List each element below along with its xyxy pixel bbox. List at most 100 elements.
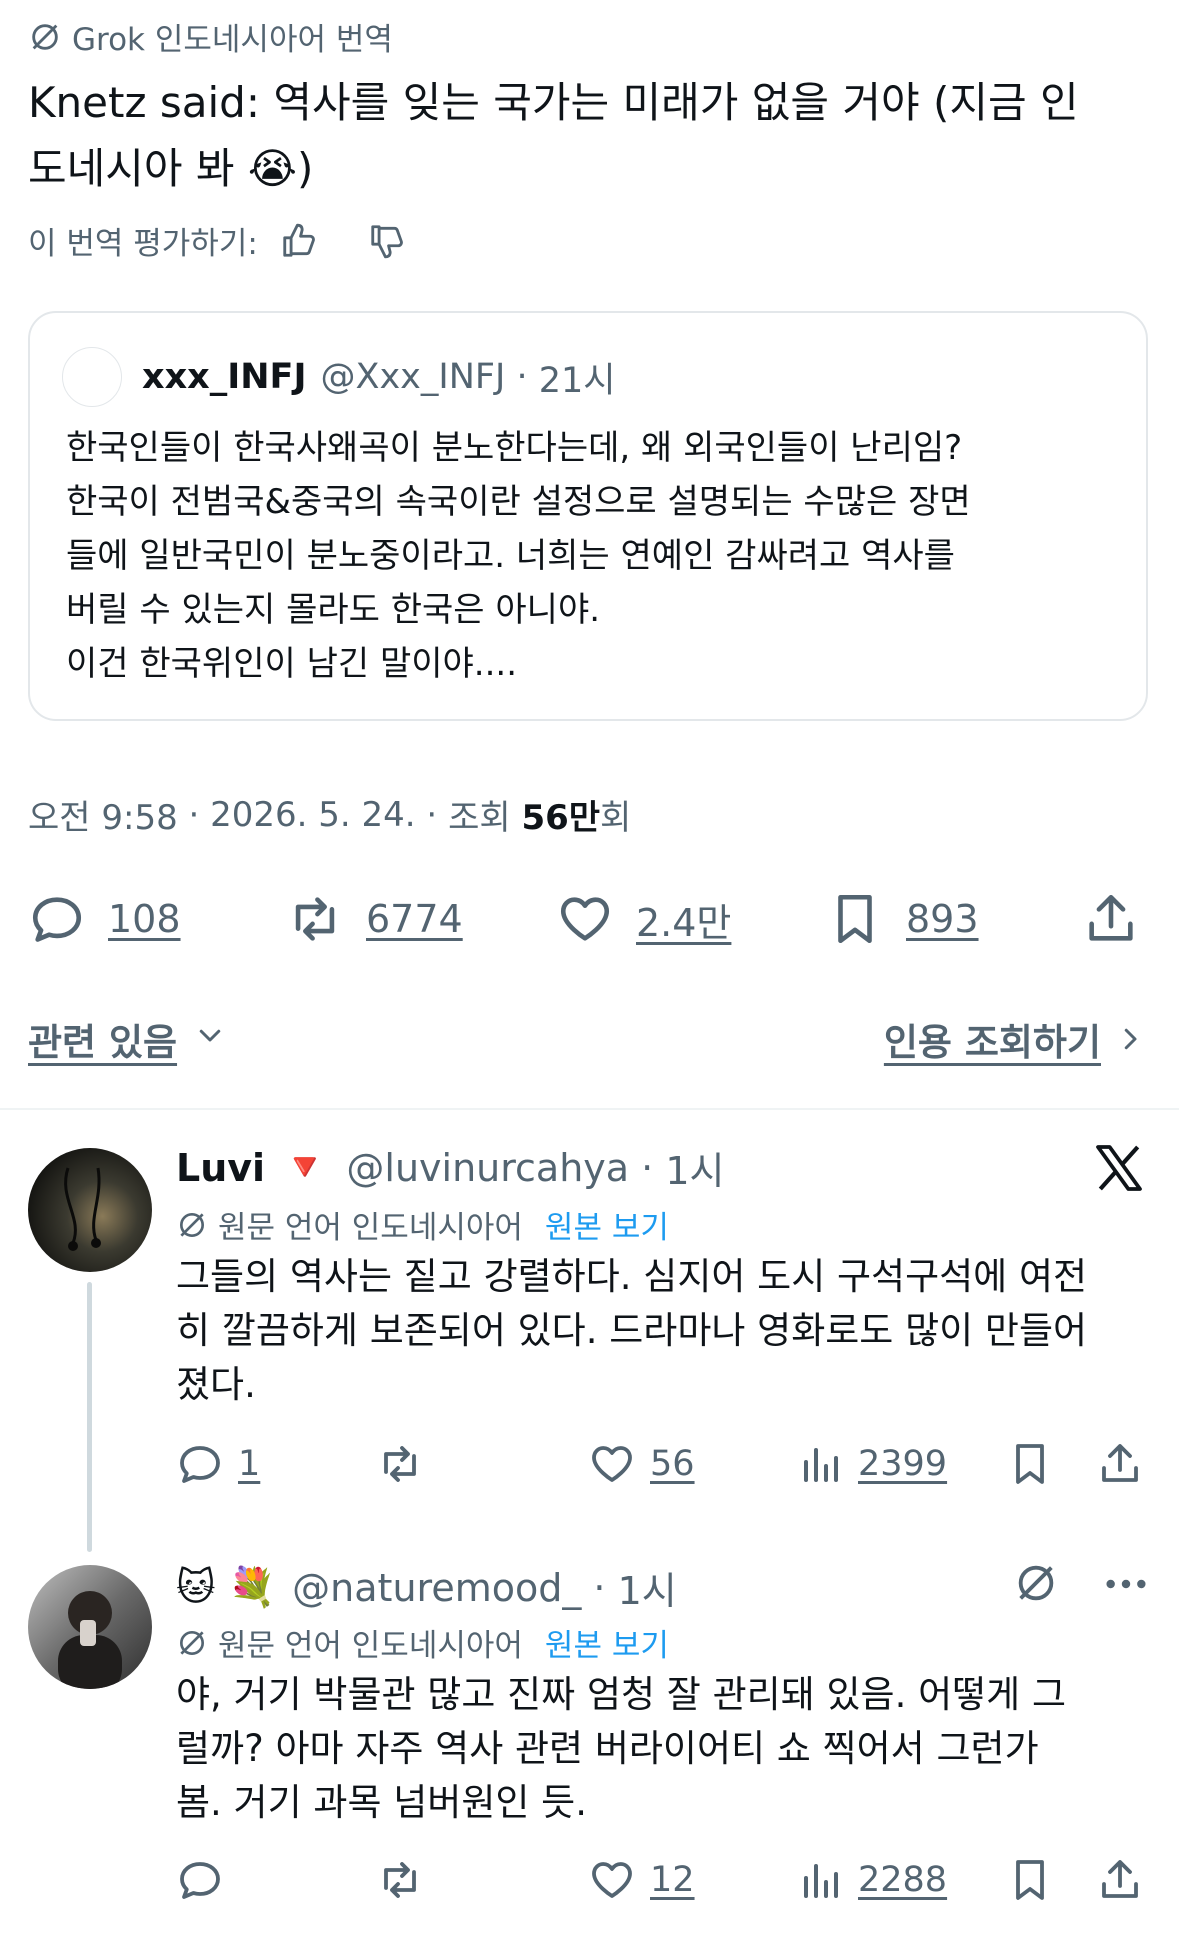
share-button[interactable] (1096, 1436, 1158, 1492)
source-language: 원문 언어 인도네시아어 (218, 1210, 523, 1246)
like-count[interactable]: 56 (650, 1444, 695, 1484)
reply-author-name[interactable]: Luvi (176, 1146, 265, 1190)
quoted-header: xxx_INFJ @Xxx_INFJ · 21시 (62, 347, 616, 407)
repost-icon (384, 1446, 416, 1482)
bookmark-icon (838, 894, 872, 944)
translated-from: 원문 언어 인도네시아어 원본 보기 (176, 1620, 669, 1665)
bookmark-button[interactable] (1006, 1852, 1068, 1908)
reply-header: 🐱 💐 @naturemood_ · 1시 (176, 1560, 677, 1615)
quoted-handle[interactable]: @Xxx_INFJ (320, 357, 505, 397)
grok-icon (180, 1212, 204, 1237)
view-quotes-link[interactable]: 인용 조회하기 (884, 1012, 1145, 1066)
more-options-icon[interactable] (1103, 1564, 1149, 1604)
separator-dot: · (581, 1565, 618, 1610)
reply-icon (180, 1862, 220, 1899)
repost-button[interactable]: 6774 (286, 888, 463, 950)
views-count[interactable]: 2288 (858, 1860, 947, 1900)
chevron-right-icon (1124, 1028, 1137, 1050)
reply-author-name[interactable]: 🐱 💐 (176, 1565, 276, 1610)
translated-from: 원문 언어 인도네시아어 원본 보기 (176, 1202, 669, 1247)
repost-button[interactable] (376, 1436, 438, 1492)
heart-icon (592, 1862, 632, 1898)
tweet-text-line: 도네시아 봐 😭) (28, 144, 314, 193)
thread-line (87, 1282, 92, 1552)
views-button[interactable]: 2399 (796, 1436, 947, 1492)
related-toggle[interactable]: 관련 있음 (28, 1012, 177, 1066)
reply-button[interactable] (176, 1852, 238, 1908)
heart-icon (592, 1446, 632, 1482)
tweet-text: Knetz said: 역사를 잊는 국가는 미래가 없을 거야 (지금 인 도… (28, 70, 1128, 202)
views-value: 56만 (521, 798, 601, 838)
rate-label: 이 번역 평가하기: (28, 226, 258, 262)
grok-icon (32, 23, 58, 50)
like-button[interactable]: 12 (588, 1852, 695, 1908)
tweet-text-line: Knetz said: 역사를 잊는 국가는 미래가 없을 거야 (지금 인 (28, 78, 1079, 127)
show-original-link[interactable]: 원본 보기 (545, 1202, 669, 1247)
reply-button[interactable]: 108 (28, 888, 181, 950)
like-count[interactable]: 2.4만 (636, 892, 731, 947)
repost-button[interactable] (376, 1852, 438, 1908)
person-photo-image (58, 1591, 122, 1689)
share-button[interactable] (1096, 1852, 1158, 1908)
rate-translation: 이 번역 평가하기: (28, 218, 406, 263)
reply-icon (32, 897, 82, 942)
post-time[interactable]: 오전 9:58 (28, 790, 178, 839)
separator-dot: · (177, 794, 211, 835)
like-button[interactable]: 56 (588, 1436, 695, 1492)
share-icon (1102, 1860, 1138, 1898)
grok-label-text: Grok 인도네시아어 번역 (72, 22, 393, 58)
separator-dot: · (415, 794, 449, 835)
repost-count[interactable]: 6774 (366, 897, 463, 941)
quoted-body: 한국인들이 한국사왜곡이 분노한다는데, 왜 외국인들이 난리임? 한국이 전범… (66, 428, 971, 684)
reply-body: 그들의 역사는 짙고 강렬하다. 심지어 도시 구석구석에 여전 히 깔끔하게 … (176, 1255, 1088, 1406)
separator-dot: · (629, 1145, 666, 1190)
repost-icon (384, 1862, 416, 1898)
views-button[interactable]: 2288 (796, 1852, 947, 1908)
tweet-meta: 오전 9:58 · 2026. 5. 24. · 조회 56만 회 (28, 790, 631, 839)
reply-time: 1시 (665, 1149, 725, 1193)
views-chart-icon (804, 1448, 838, 1482)
badge-emoji: 🔻 (281, 1145, 329, 1189)
avatar[interactable] (28, 1565, 152, 1689)
share-icon (1089, 894, 1133, 941)
repost-icon (295, 897, 335, 941)
grok-icon (180, 1630, 204, 1655)
reply-actions: 1 56 2399 (176, 1436, 1138, 1492)
thumbs-down-icon[interactable] (368, 222, 406, 260)
x-logo-icon (1096, 1145, 1142, 1191)
reply-handle[interactable]: @luvinurcahya (346, 1146, 629, 1190)
grok-translation-label: Grok 인도네시아어 번역 (28, 14, 393, 59)
divider (0, 1108, 1179, 1110)
bookmark-button[interactable]: 893 (826, 888, 979, 950)
chevron-down-icon[interactable] (195, 1020, 225, 1050)
views-count[interactable]: 2399 (858, 1444, 947, 1484)
like-count[interactable]: 12 (650, 1860, 695, 1900)
quoted-tweet[interactable]: xxx_INFJ @Xxx_INFJ · 21시 한국인들이 한국사왜곡이 분노… (28, 311, 1148, 721)
engagement-bar: 108 6774 2.4만 893 (28, 888, 1158, 950)
view-quotes-label[interactable]: 인용 조회하기 (884, 1012, 1101, 1066)
share-button[interactable] (1082, 888, 1162, 950)
reply-count[interactable]: 108 (108, 897, 181, 941)
reply-time: 1시 (617, 1569, 677, 1613)
grok-icon[interactable] (1013, 1560, 1059, 1606)
like-button[interactable]: 2.4만 (556, 888, 731, 950)
reply-handle[interactable]: @naturemood_ (292, 1566, 581, 1610)
bookmark-icon (1016, 1444, 1044, 1484)
reply-actions: 12 2288 (176, 1852, 1138, 1908)
source-language: 원문 언어 인도네시아어 (218, 1628, 523, 1664)
post-date[interactable]: 2026. 5. 24. (210, 795, 415, 835)
views-chart-icon (804, 1864, 838, 1898)
avatar[interactable] (62, 347, 122, 407)
bookmark-icon (1016, 1860, 1044, 1900)
reply-count[interactable]: 1 (238, 1444, 260, 1484)
separator-dot: · (505, 357, 539, 397)
quoted-name[interactable]: xxx_INFJ (142, 357, 306, 397)
bookmark-button[interactable] (1006, 1436, 1068, 1492)
bookmark-count[interactable]: 893 (906, 897, 979, 941)
thumbs-up-icon[interactable] (280, 222, 318, 260)
reply-button[interactable]: 1 (176, 1436, 260, 1492)
heart-icon (560, 897, 610, 941)
show-original-link[interactable]: 원본 보기 (545, 1620, 669, 1665)
avatar[interactable] (28, 1148, 152, 1272)
views-suffix: 회 (600, 798, 632, 838)
